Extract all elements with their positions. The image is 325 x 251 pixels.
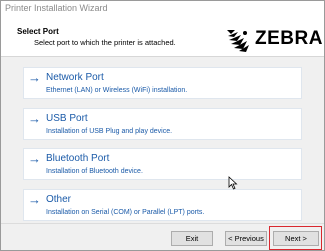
option-description: Installation of Bluetooth device. [46, 168, 143, 175]
zebra-logo: ZEBRA [225, 27, 322, 53]
option-bluetooth-port[interactable]: → Bluetooth Port Installation of Bluetoo… [23, 148, 302, 180]
wizard-header: Select Port Select port to which the pri… [1, 17, 324, 57]
option-label: Network Port [46, 72, 104, 83]
option-usb-port[interactable]: → USB Port Installation of USB Plug and … [23, 108, 302, 140]
next-button[interactable]: Next > [273, 231, 319, 246]
mouse-cursor-icon [228, 176, 238, 190]
page-title: Select Port [17, 27, 59, 36]
option-other-port[interactable]: → Other Installation on Serial (COM) or … [23, 189, 302, 221]
arrow-right-icon: → [28, 151, 41, 166]
previous-button[interactable]: < Previous [225, 231, 267, 246]
arrow-right-icon: → [28, 111, 41, 126]
option-label: Bluetooth Port [46, 153, 110, 164]
arrow-right-icon: → [28, 70, 41, 85]
option-description: Ethernet (LAN) or Wireless (WiFi) instal… [46, 87, 188, 94]
page-subtitle: Select port to which the printer is atta… [34, 38, 176, 47]
option-description: Installation on Serial (COM) or Parallel… [46, 209, 205, 216]
logo-wordmark: ZEBRA [255, 28, 323, 49]
option-label: USB Port [46, 113, 88, 124]
option-description: Installation of USB Plug and play device… [46, 128, 173, 135]
zebra-head-icon [227, 30, 249, 52]
footer-divider [1, 223, 324, 224]
option-label: Other [46, 194, 72, 205]
title-bar: Printer Installation Wizard [1, 1, 324, 17]
exit-button[interactable]: Exit [171, 231, 213, 246]
option-network-port[interactable]: → Network Port Ethernet (LAN) or Wireles… [23, 67, 302, 99]
arrow-right-icon: → [28, 192, 41, 207]
window-title: Printer Installation Wizard [5, 3, 108, 13]
wizard-window: Printer Installation Wizard Select Port … [0, 0, 325, 251]
